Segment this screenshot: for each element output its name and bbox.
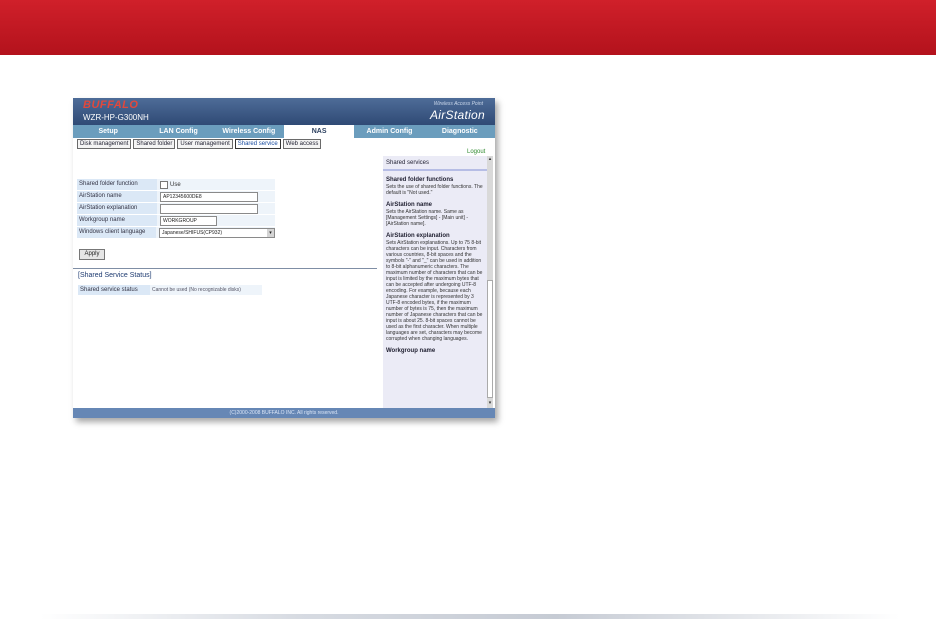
main-nav: Setup LAN Config Wireless Config NAS Adm… (73, 125, 495, 138)
workgroup-name-input[interactable]: WORKGROUP (160, 215, 217, 226)
airstation-explanation-input[interactable] (160, 203, 258, 214)
router-header: BUFFALO WZR-HP-G300NH Wireless Access Po… (73, 98, 495, 125)
tab-diagnostic[interactable]: Diagnostic (425, 125, 495, 138)
form-value (157, 203, 275, 214)
status-value: Cannot be used (No recognizable disks) (150, 285, 262, 295)
subtab-shared-folder[interactable]: Shared folder (133, 139, 176, 149)
brand-logo: BUFFALO (83, 99, 139, 111)
form-row: AirStation name AP12345600DE8 (77, 191, 275, 202)
status-section-title: [Shared Service Status] (78, 272, 152, 279)
status-row: Shared service status Cannot be used (No… (78, 285, 262, 295)
help-heading: Workgroup name (386, 348, 436, 354)
form-value: WORKGROUP (157, 215, 275, 226)
help-scrollbar[interactable]: ▴ ▾ (487, 156, 493, 408)
airstation-name-label: AirStation name (77, 191, 157, 202)
help-text: Sets the use of shared folder functions.… (386, 184, 483, 196)
bottom-divider (40, 614, 900, 619)
chevron-down-icon: ▾ (267, 228, 274, 237)
shared-service-form: Shared folder function Use AirStation na… (77, 179, 275, 239)
shared-folder-function-label: Shared folder function (77, 179, 157, 190)
apply-button[interactable]: Apply (79, 249, 105, 260)
copyright-footer: (C)2000-2008 BUFFALO INC. All rights res… (73, 408, 495, 418)
tab-nas[interactable]: NAS (283, 125, 355, 138)
airstation-name-input[interactable]: AP12345600DE8 (160, 191, 258, 202)
help-section: Shared folder functions Sets the use of … (383, 177, 487, 196)
help-heading: AirStation explanation (386, 233, 450, 239)
scroll-down-icon[interactable]: ▾ (487, 400, 493, 406)
help-pane: Shared services Shared folder functions … (383, 156, 487, 408)
tab-admin-config[interactable]: Admin Config (354, 125, 424, 138)
help-text: Sets AirStation explanations. Up to 75 8… (386, 240, 483, 342)
router-admin-screenshot: BUFFALO WZR-HP-G300NH Wireless Access Po… (73, 98, 495, 418)
subtab-user-management[interactable]: User management (177, 139, 233, 149)
subtab-web-access[interactable]: Web access (282, 139, 322, 149)
subtab-disk-management[interactable]: Disk management (77, 139, 132, 149)
tab-setup[interactable]: Setup (73, 125, 143, 138)
form-row: AirStation explanation (77, 203, 275, 214)
client-language-value: Japanese/SHIFUS(CP932) (162, 229, 223, 236)
top-banner (0, 0, 936, 55)
tab-wireless-config[interactable]: Wireless Config (214, 125, 284, 138)
form-row: Shared folder function Use (77, 179, 275, 190)
form-value: AP12345600DE8 (157, 191, 275, 202)
help-heading: Shared folder functions (386, 177, 454, 183)
client-language-select[interactable]: Japanese/SHIFUS(CP932) ▾ (159, 227, 275, 238)
status-label: Shared service status (78, 285, 150, 295)
use-checkbox[interactable] (160, 180, 168, 189)
help-section: Workgroup name (383, 348, 487, 354)
help-text: Sets the AirStation name. Same as [Manag… (386, 209, 468, 227)
airstation-explanation-label: AirStation explanation (77, 203, 157, 214)
divider (73, 268, 377, 269)
help-title: Shared services (383, 156, 487, 171)
scrollbar-thumb[interactable] (487, 280, 493, 398)
model-name: WZR-HP-G300NH (83, 113, 149, 122)
tab-lan-config[interactable]: LAN Config (143, 125, 213, 138)
form-value: Use (157, 179, 275, 190)
form-row: Windows client language Japanese/SHIFUS(… (77, 227, 275, 238)
sub-nav: Disk management Shared folder User manag… (77, 139, 322, 149)
logout-link[interactable]: Logout (467, 149, 485, 155)
scroll-up-icon[interactable]: ▴ (487, 156, 493, 162)
help-heading: AirStation name (386, 202, 433, 208)
use-checkbox-label: Use (170, 181, 181, 188)
help-section: AirStation explanation Sets AirStation e… (383, 233, 487, 342)
form-row: Workgroup name WORKGROUP (77, 215, 275, 226)
help-section: AirStation name Sets the AirStation name… (383, 202, 487, 227)
workgroup-name-label: Workgroup name (77, 215, 157, 226)
product-tagline: Wireless Access Point (433, 101, 483, 107)
form-value: Japanese/SHIFUS(CP932) ▾ (156, 227, 275, 238)
client-language-label: Windows client language (77, 227, 156, 238)
subtab-shared-service[interactable]: Shared service (234, 139, 281, 149)
product-logo: AirStation (429, 108, 485, 122)
